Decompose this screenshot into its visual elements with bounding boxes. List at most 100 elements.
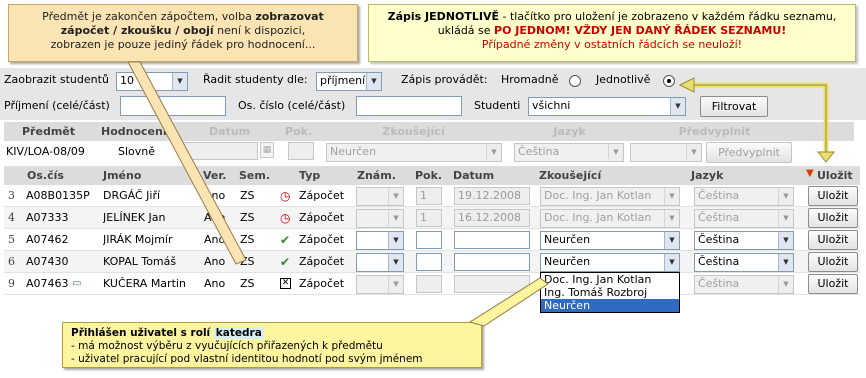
examiner-select[interactable]: Doc. Ing. Jan Kotlan ▼ xyxy=(540,187,680,206)
calendar-icon[interactable]: ▦ xyxy=(260,142,274,158)
attempt-input[interactable]: 1 xyxy=(416,187,442,205)
student-name: KUČERA Martin xyxy=(103,277,186,290)
prefill-header-grade: Hodnocení xyxy=(98,122,176,141)
language-value: Čeština xyxy=(698,211,740,224)
examiner-value: Doc. Ing. Jan Kotlan xyxy=(544,211,652,224)
prefill-examiner-value: Neurčen xyxy=(330,145,377,158)
chevron-down-icon: ▼ xyxy=(388,254,403,271)
save-row-button[interactable]: Uložit xyxy=(808,252,858,272)
prefill-language-value: Čeština xyxy=(518,145,560,158)
sort-select[interactable]: příjmení ▼ xyxy=(316,72,382,91)
student-id: A07463 xyxy=(26,277,69,290)
row-index: 5 xyxy=(8,233,15,246)
grade-select[interactable]: ▼ xyxy=(356,275,404,294)
grade-select[interactable]: ▼ xyxy=(356,231,404,250)
note-text-bold: Přihlášen uživatel s rolí xyxy=(71,327,214,339)
student-name: KOPAL Tomáš xyxy=(103,255,177,268)
mode-bulk-radio[interactable] xyxy=(569,75,581,87)
prefill-language-select[interactable]: Čeština ▼ xyxy=(514,143,624,162)
callout-zapocet-info: Předmět je zakončen zápočtem, volba zobr… xyxy=(8,4,358,62)
prefill-header-subject: Předmět xyxy=(4,122,96,141)
prefill-button[interactable]: Předvyplnit xyxy=(706,142,792,163)
language-select[interactable]: Čeština ▼ xyxy=(694,209,794,228)
student-name: DRGÁČ Jiří xyxy=(103,189,161,202)
students-select[interactable]: všichni ▼ xyxy=(528,97,686,116)
examiner-select[interactable]: Doc. Ing. Jan Kotlan ▼ xyxy=(540,209,680,228)
callout-text: - tlačítko pro uložení je zobrazeno v ka… xyxy=(498,10,837,23)
check-icon: ✔ xyxy=(280,255,291,269)
chevron-down-icon: ▼ xyxy=(670,98,685,115)
id-input[interactable] xyxy=(356,96,462,116)
language-select[interactable]: Čeština ▼ xyxy=(694,231,794,250)
grade-select[interactable]: ▼ xyxy=(356,253,404,272)
callout-text-red: PO JEDNOM! VŽDY JEN DANÝ ŘÁDEK SEZNAMU! xyxy=(494,24,787,37)
save-row-button[interactable]: Uložit xyxy=(808,186,858,206)
grade-select[interactable]: ▼ xyxy=(356,209,404,228)
dropdown-option[interactable]: Doc. Ing. Jan Kotlan xyxy=(541,273,679,286)
attempt-input[interactable]: 1 xyxy=(416,209,442,227)
date-input[interactable] xyxy=(454,275,530,293)
student-id: A08B0135P xyxy=(26,189,90,202)
mode-single-radio[interactable] xyxy=(663,75,675,87)
show-count-select[interactable]: 10 ▼ xyxy=(116,72,188,91)
row-index: 3 xyxy=(8,189,15,202)
chevron-down-icon: ▼ xyxy=(388,276,403,293)
date-input[interactable] xyxy=(454,231,530,249)
date-input[interactable]: 16.12.2008 xyxy=(454,209,530,227)
mode-bulk-label: Hromadně xyxy=(501,73,559,86)
save-row-button[interactable]: Uložit xyxy=(808,274,858,294)
chevron-down-icon: ▼ xyxy=(366,73,381,90)
attempt-input[interactable] xyxy=(416,231,442,249)
note-text: - uživatel pracující pod vlastní identit… xyxy=(71,353,423,365)
dropdown-option[interactable]: Ing. Tomáš Rozbroj xyxy=(541,286,679,299)
callout-text-red: Případné změny v ostatních řádcích se ne… xyxy=(481,38,743,51)
language-select[interactable]: Čeština ▼ xyxy=(694,275,794,294)
student-name: JELÍNEK Jan xyxy=(103,211,166,224)
prefill-attempt-input[interactable] xyxy=(288,142,314,160)
student-sem: ZS xyxy=(240,277,255,290)
chevron-down-icon: ▼ xyxy=(778,210,793,227)
prefill-select[interactable]: ▼ xyxy=(630,143,702,162)
save-row-button[interactable]: Uložit xyxy=(808,208,858,228)
language-value: Čeština xyxy=(698,189,740,202)
grade-select[interactable]: ▼ xyxy=(356,187,404,206)
examiner-value: Doc. Ing. Jan Kotlan xyxy=(544,189,652,202)
col-header-typ: Typ xyxy=(296,166,350,185)
col-header-examiner: Zkoušející xyxy=(536,166,686,185)
col-header-date: Datum xyxy=(450,166,534,185)
student-sem: ZS xyxy=(240,189,255,202)
date-input[interactable]: 19.12.2008 xyxy=(454,187,530,205)
language-select[interactable]: Čeština ▼ xyxy=(694,253,794,272)
dropdown-option-selected[interactable]: Neurčen xyxy=(541,299,679,312)
prefill-header-prefill: Předvyplnit xyxy=(628,122,798,141)
student-type: Zápočet xyxy=(299,189,345,202)
student-type: Zápočet xyxy=(299,255,345,268)
prefill-grade: Slovně xyxy=(118,145,156,158)
callout-text: zobrazen je pouze jediný řádek pro hodno… xyxy=(50,38,316,51)
prefill-header-language: Jazyk xyxy=(512,122,624,141)
col-header-id: Os.čís xyxy=(24,166,98,185)
chevron-down-icon: ▼ xyxy=(172,73,187,90)
prefill-examiner-select[interactable]: Neurčen ▼ xyxy=(326,143,502,162)
save-row-button[interactable]: Uložit xyxy=(808,230,858,250)
save-column-arrow-icon: ▼ xyxy=(806,168,814,179)
examiner-select[interactable]: Neurčen ▼ xyxy=(540,253,680,272)
attempt-input[interactable] xyxy=(416,275,442,293)
callout-text: ukládá se xyxy=(437,24,495,37)
attempt-input[interactable] xyxy=(416,253,442,271)
surname-input[interactable] xyxy=(120,96,226,116)
surname-label: Příjmení (celé/část) xyxy=(4,99,110,112)
prefill-header-attempt: Pok. xyxy=(282,122,318,141)
student-ver: Ano xyxy=(204,211,226,224)
comment-icon[interactable]: ▭ xyxy=(72,273,81,295)
student-ver: Ano xyxy=(204,255,226,268)
prefill-header-examiner: Zkoušející xyxy=(322,122,502,141)
chevron-down-icon: ▼ xyxy=(664,254,679,271)
filter-button[interactable]: Filtrovat xyxy=(700,96,768,117)
prefill-date-input[interactable] xyxy=(180,142,258,160)
examiner-select[interactable]: Neurčen ▼ xyxy=(540,231,680,250)
date-input[interactable] xyxy=(454,253,530,271)
language-select[interactable]: Čeština ▼ xyxy=(694,187,794,206)
examiner-dropdown-list[interactable]: Doc. Ing. Jan Kotlan Ing. Tomáš Rozbroj … xyxy=(540,272,680,313)
student-ver: Ano xyxy=(204,233,226,246)
